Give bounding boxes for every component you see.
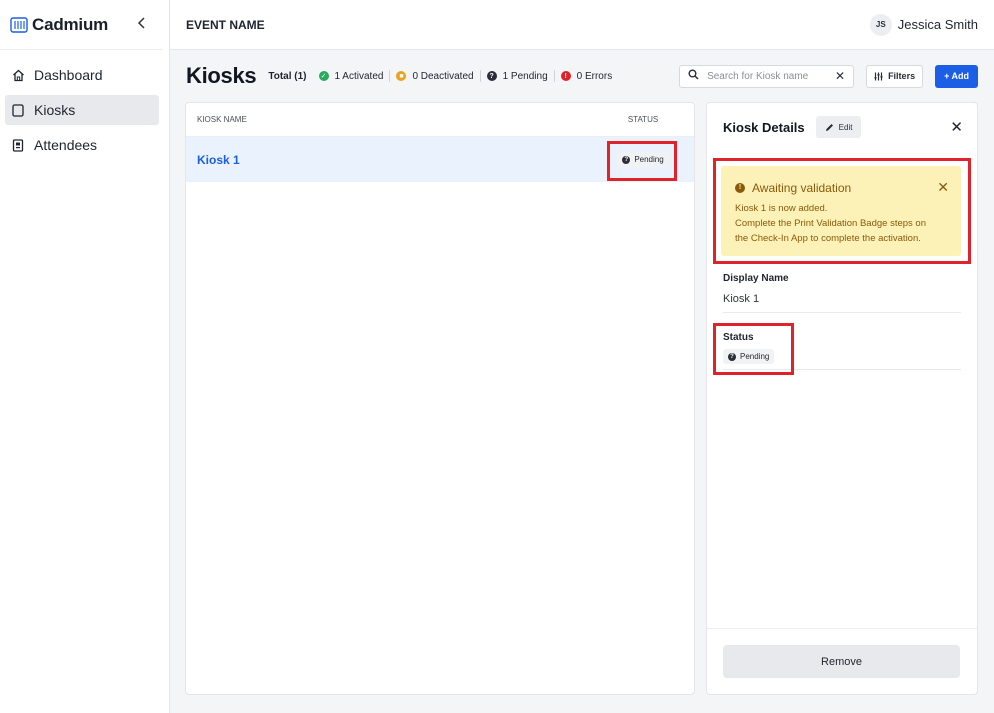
table-header: KIOSK NAME STATUS <box>186 103 694 137</box>
sidebar-item-dashboard[interactable]: Dashboard <box>5 60 159 90</box>
stat-deactivated-label: 0 Deactivated <box>412 70 474 82</box>
highlight-box <box>713 158 971 264</box>
edit-button[interactable]: Edit <box>815 116 862 138</box>
brand-name: Cadmium <box>32 14 109 34</box>
cadmium-logo-icon <box>10 16 28 33</box>
divider <box>723 312 961 313</box>
close-icon[interactable]: ✕ <box>835 69 845 83</box>
avatar: JS <box>869 13 892 36</box>
main-content: Kiosks Total (1) ✓ 1 Activated ■ 0 Deact… <box>170 50 994 713</box>
highlight-box <box>607 141 677 181</box>
sidebar: Cadmium Dashboard Kiosks Attendees <box>0 0 170 713</box>
stat-activated: ✓ 1 Activated <box>313 70 391 82</box>
check-icon: ✓ <box>318 71 329 81</box>
column-header-status: STATUS <box>627 115 659 124</box>
stat-errors: ! 0 Errors <box>555 70 619 82</box>
column-header-name: KIOSK NAME <box>197 115 247 124</box>
chevron-left-icon[interactable] <box>135 16 149 34</box>
home-icon <box>11 68 25 82</box>
page-header: Kiosks Total (1) ✓ 1 Activated ■ 0 Deact… <box>186 63 978 89</box>
page-title: Kiosks <box>186 63 257 88</box>
details-footer: Remove <box>707 628 977 694</box>
brand-bar: Cadmium <box>0 0 163 50</box>
remove-button[interactable]: Remove <box>723 645 960 678</box>
highlight-box <box>713 323 794 375</box>
sidebar-item-kiosks[interactable]: Kiosks <box>5 95 159 125</box>
stat-total: Total (1) <box>268 70 307 82</box>
event-name: EVENT NAME <box>186 17 265 32</box>
sidebar-nav: Dashboard Kiosks Attendees <box>0 50 169 160</box>
edit-label: Edit <box>838 122 853 132</box>
pencil-icon <box>825 123 834 132</box>
user-name: Jessica Smith <box>897 17 978 32</box>
stat-pending-label: 1 Pending <box>502 70 548 82</box>
stat-errors-label: 0 Errors <box>576 70 613 82</box>
sidebar-item-label: Attendees <box>34 137 98 153</box>
stat-activated-label: 1 Activated <box>334 70 384 82</box>
sliders-icon <box>874 72 883 81</box>
kiosk-table: KIOSK NAME STATUS Kiosk 1 ? Pending <box>185 102 695 695</box>
kiosk-name-link[interactable]: Kiosk 1 <box>197 153 603 167</box>
display-name-label: Display Name <box>723 273 789 284</box>
details-header: Kiosk Details Edit ✕ <box>723 115 963 139</box>
filters-label: Filters <box>888 71 916 81</box>
sidebar-item-label: Dashboard <box>34 67 103 83</box>
kiosk-stats: Total (1) ✓ 1 Activated ■ 0 Deactivated … <box>268 70 618 82</box>
close-icon[interactable]: ✕ <box>950 118 963 136</box>
search-icon <box>688 67 699 85</box>
sidebar-item-label: Kiosks <box>34 102 76 118</box>
question-icon: ? <box>486 71 497 81</box>
topbar: EVENT NAME JS Jessica Smith <box>170 0 994 50</box>
tablet-icon <box>11 103 25 117</box>
deactivated-icon: ■ <box>396 71 407 81</box>
display-name-value: Kiosk 1 <box>723 293 760 305</box>
badge-icon <box>11 138 25 152</box>
search-box: ✕ <box>679 64 855 88</box>
filters-button[interactable]: Filters <box>866 64 924 88</box>
search-input[interactable] <box>707 70 835 82</box>
stat-pending: ? 1 Pending <box>481 70 555 82</box>
error-icon: ! <box>560 71 571 81</box>
user-menu[interactable]: JS Jessica Smith <box>869 13 978 36</box>
details-title: Kiosk Details <box>723 119 805 135</box>
sidebar-item-attendees[interactable]: Attendees <box>5 130 159 160</box>
stat-deactivated: ■ 0 Deactivated <box>390 70 481 82</box>
add-button[interactable]: + Add <box>935 64 978 88</box>
